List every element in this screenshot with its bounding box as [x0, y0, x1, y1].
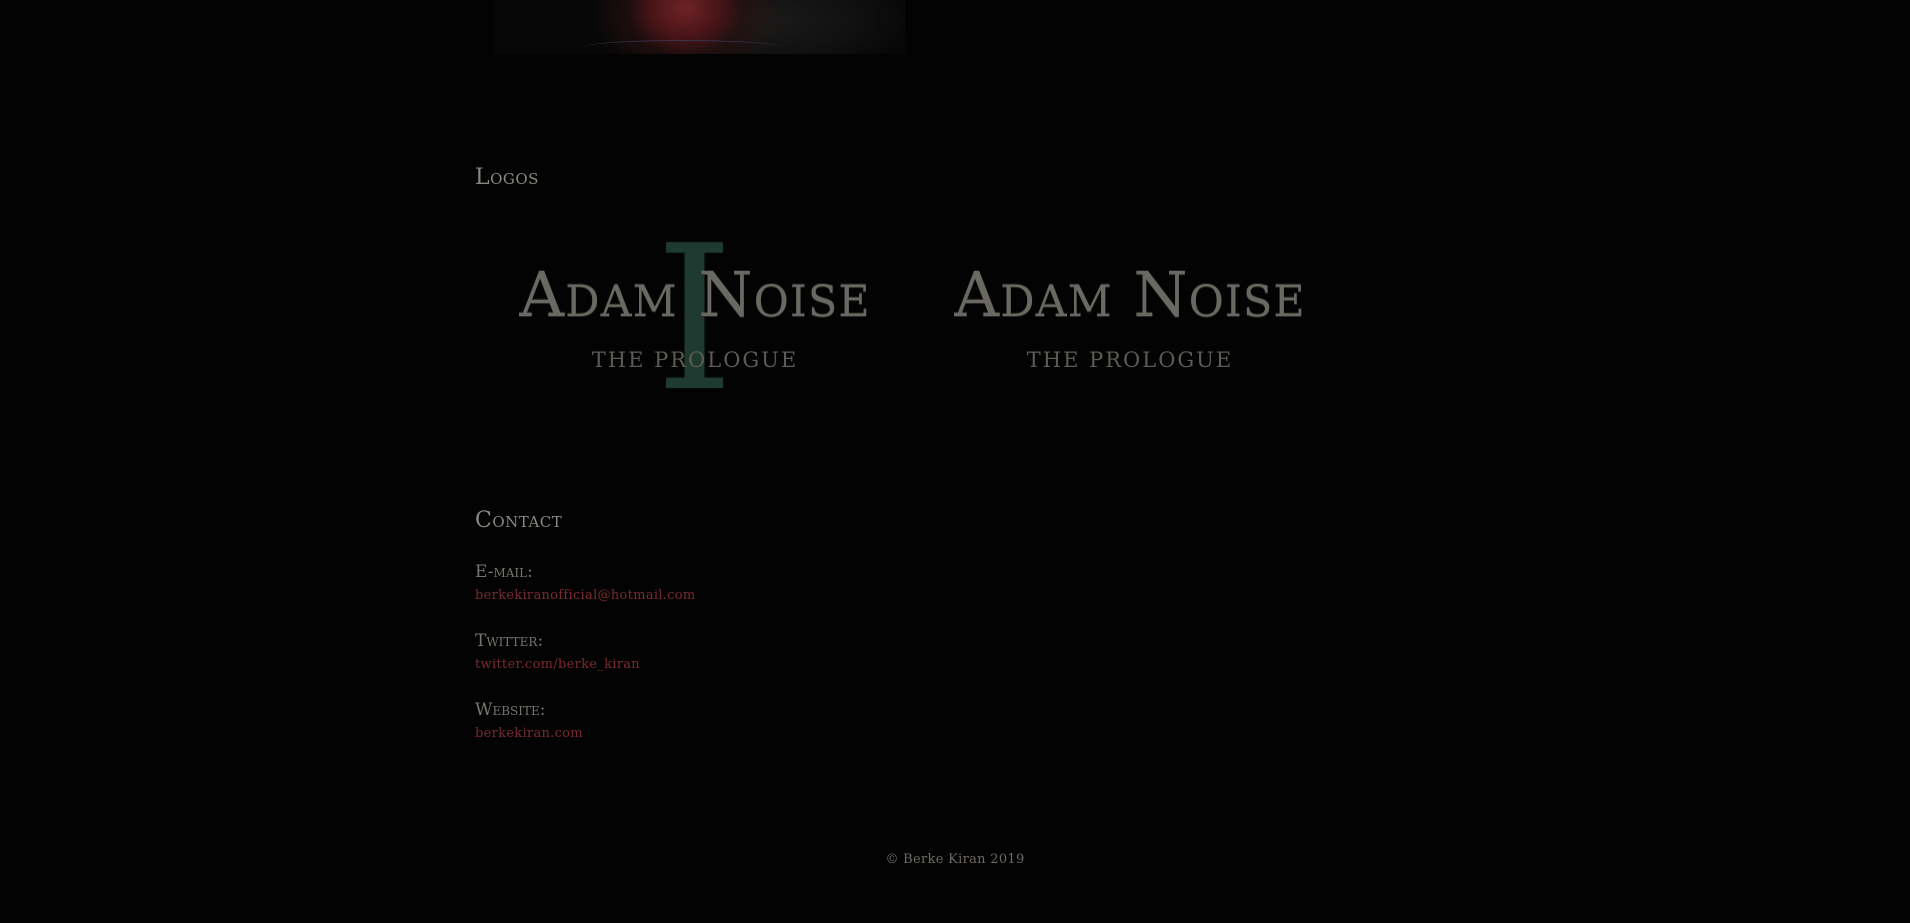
- email-label: E-mail:: [475, 562, 533, 582]
- logo-name-text: Adam Noise: [954, 258, 1306, 331]
- twitter-link[interactable]: twitter.com/berke_kiran: [475, 657, 640, 672]
- logo-name-text: Adam Noise: [519, 258, 871, 331]
- logo-subtitle-text: THE PROLOGUE: [1026, 348, 1234, 372]
- logo-adam-noise-plain[interactable]: Adam Noise THE PROLOGUE: [920, 230, 1340, 410]
- portrait-shoulder-detail: [583, 40, 783, 54]
- website-link[interactable]: berkekiran.com: [475, 726, 583, 741]
- twitter-label: Twitter:: [475, 631, 544, 651]
- website-label: Website:: [475, 700, 546, 720]
- logo-subtitle-text: THE PROLOGUE: [591, 348, 799, 372]
- portrait-image: [495, 0, 905, 54]
- logos-section-title: Logos: [475, 165, 539, 190]
- logo-adam-noise-with-numeral[interactable]: I Adam Noise THE PROLOGUE: [485, 220, 905, 420]
- email-link[interactable]: berkekiranofficial@hotmail.com: [475, 588, 696, 603]
- footer-copyright: © Berke Kiran 2019: [885, 852, 1025, 867]
- contact-section-title: Contact: [475, 508, 563, 533]
